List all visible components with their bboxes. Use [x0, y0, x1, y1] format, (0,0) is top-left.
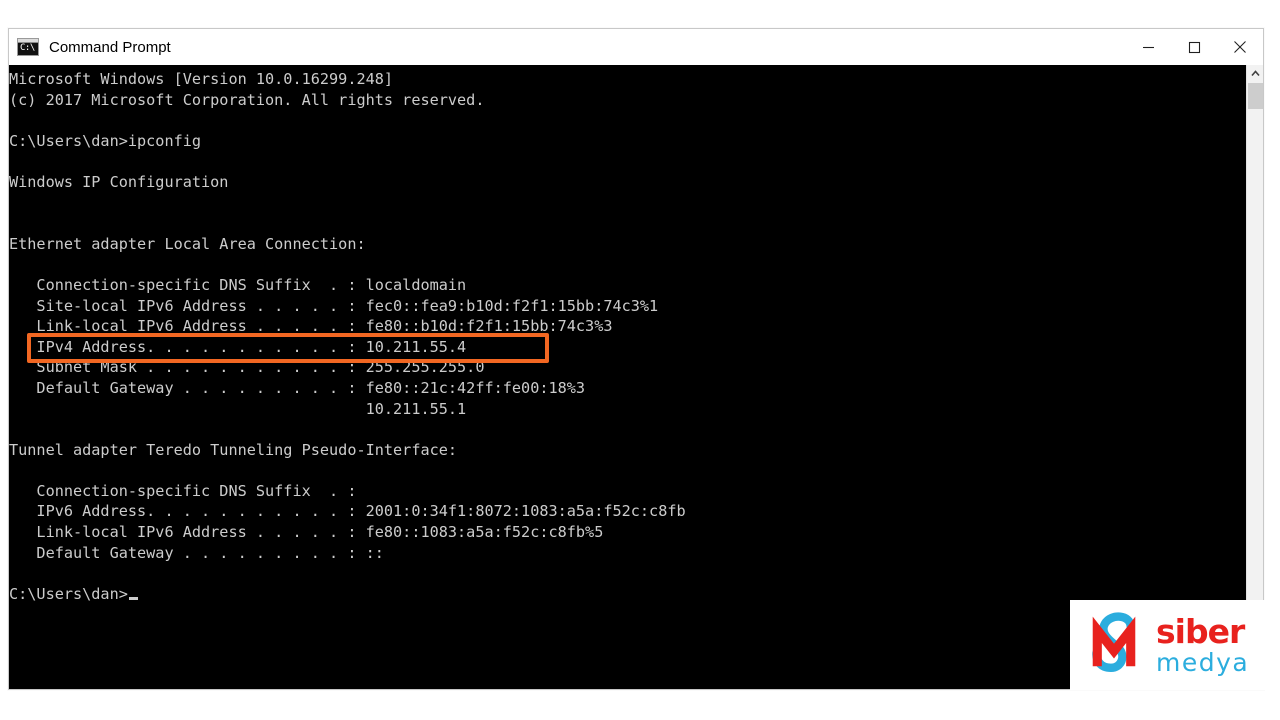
watermark-logo: siber medya: [1070, 600, 1280, 690]
icon-prompt-glyph: C:\: [20, 43, 35, 53]
sibermedya-logo-mark: [1092, 612, 1136, 672]
window-title: Command Prompt: [49, 38, 171, 56]
close-button[interactable]: [1217, 29, 1263, 65]
vertical-scrollbar[interactable]: [1246, 65, 1263, 689]
close-icon: [1234, 41, 1246, 53]
console-line: Link-local IPv6 Address . . . . . : fe80…: [9, 523, 604, 542]
command-prompt-icon: C:\: [17, 38, 39, 56]
console-text: Microsoft Windows [Version 10.0.16299.24…: [9, 69, 686, 604]
minimize-icon: [1142, 46, 1154, 48]
watermark-brand-primary: siber: [1156, 612, 1245, 651]
chevron-up-icon: [1250, 70, 1260, 77]
console-output-area[interactable]: Microsoft Windows [Version 10.0.16299.24…: [9, 65, 1263, 689]
console-line: Default Gateway . . . . . . . . . : fe80…: [9, 378, 586, 397]
console-line: Windows IP Configuration: [9, 172, 229, 191]
console-line: Default Gateway . . . . . . . . . : ::: [9, 543, 384, 562]
maximize-icon: [1188, 41, 1200, 53]
console-line: IPv6 Address. . . . . . . . . . . : 2001…: [9, 502, 686, 521]
text-cursor: [128, 596, 138, 600]
console-line: Microsoft Windows [Version 10.0.16299.24…: [9, 70, 394, 88]
scroll-up-button[interactable]: [1247, 65, 1263, 82]
window-controls: [1125, 29, 1263, 65]
console-line: Subnet Mask . . . . . . . . . . . : 255.…: [9, 358, 485, 377]
watermark-brand-secondary: medya: [1156, 648, 1250, 677]
console-line: Link-local IPv6 Address . . . . . : fe80…: [9, 317, 613, 336]
console-line: C:\Users\dan>ipconfig: [9, 131, 202, 150]
title-bar-left: C:\ Command Prompt: [9, 38, 1125, 56]
console-line: Site-local IPv6 Address . . . . . : fec0…: [9, 296, 659, 315]
maximize-button[interactable]: [1171, 29, 1217, 65]
console-line: (c) 2017 Microsoft Corporation. All righ…: [9, 90, 485, 109]
screen: C:\ Command Prompt Microsoft Windows [Ve…: [0, 0, 1280, 720]
console-line: Connection-specific DNS Suffix . : local…: [9, 275, 467, 294]
watermark-wordmark: siber medya: [1156, 615, 1249, 675]
command-prompt-window: C:\ Command Prompt Microsoft Windows [Ve…: [8, 28, 1264, 690]
console-line: Connection-specific DNS Suffix . :: [9, 481, 357, 500]
title-bar[interactable]: C:\ Command Prompt: [9, 29, 1263, 65]
scrollbar-thumb[interactable]: [1248, 83, 1263, 109]
console-line: Ethernet adapter Local Area Connection:: [9, 234, 366, 253]
console-line: 10.211.55.1: [9, 399, 467, 418]
minimize-button[interactable]: [1125, 29, 1171, 65]
console-line: IPv4 Address. . . . . . . . . . . : 10.2…: [9, 337, 467, 356]
console-line: Tunnel adapter Teredo Tunneling Pseudo-I…: [9, 440, 458, 459]
console-line: C:\Users\dan>: [9, 584, 686, 605]
